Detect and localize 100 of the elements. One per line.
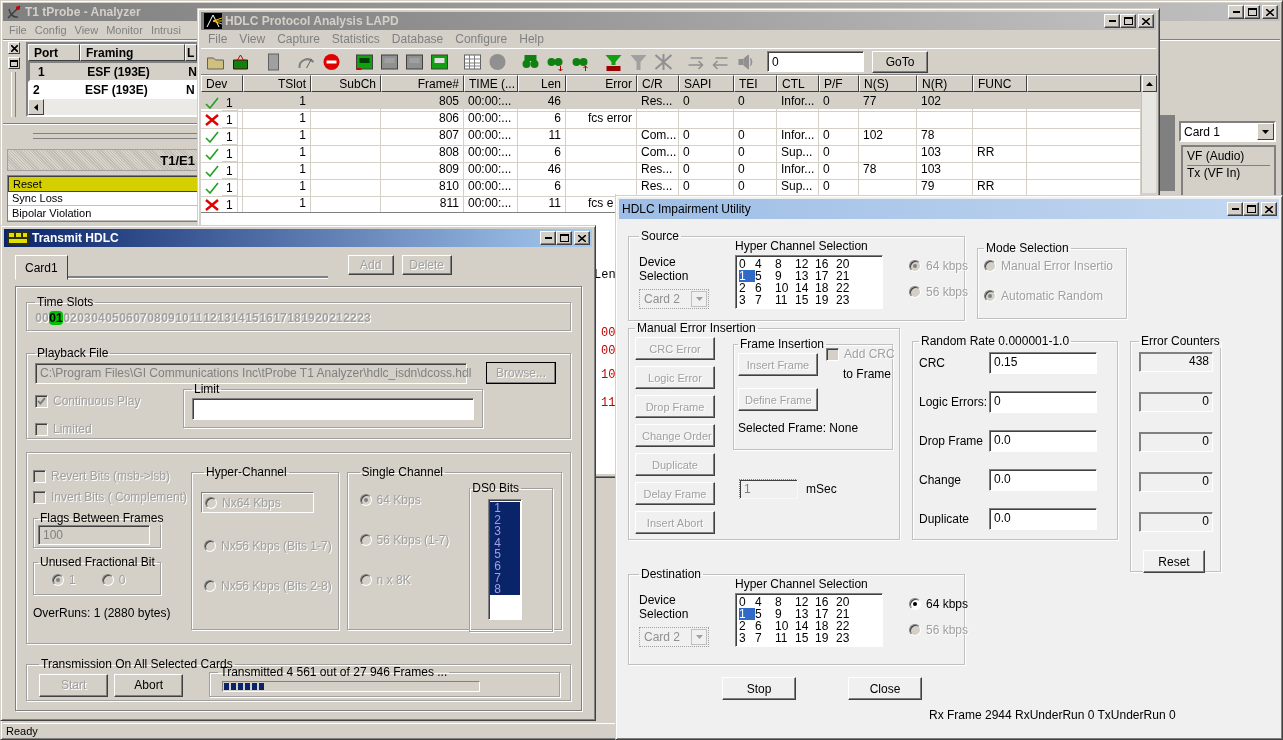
column-header[interactable]: N(S) <box>859 75 917 92</box>
table-row[interactable]: 1 1 807 00:00:... 11 Com... 0 0 Infor... 0 102 78 <box>201 126 1141 143</box>
table-row[interactable]: 1 1 809 00:00:... 46 Res... 0 0 Infor... 0 78 103 <box>201 160 1141 177</box>
list-item[interactable]: 10 <box>775 282 795 294</box>
list-item[interactable]: 0 <box>739 258 755 270</box>
list-item[interactable]: 14 <box>795 282 815 294</box>
close-button[interactable] <box>8 42 20 54</box>
list-item[interactable]: 3 <box>490 525 521 537</box>
list-item[interactable]: 6 <box>755 282 775 294</box>
column-header[interactable]: L <box>185 44 197 61</box>
list-item[interactable]: 8 <box>775 596 795 608</box>
list-item[interactable]: 12 <box>795 258 815 270</box>
stop-button[interactable]: Stop <box>722 677 796 700</box>
column-header[interactable]: C/R <box>637 75 679 92</box>
column-header[interactable]: Len <box>518 75 566 92</box>
maximize-button[interactable] <box>1120 14 1136 28</box>
list-item[interactable]: 12 <box>795 596 815 608</box>
column-header[interactable]: TSlot <box>243 75 311 92</box>
list-item[interactable]: 2 <box>739 282 755 294</box>
card-dropdown[interactable]: Card 1 <box>1179 121 1276 142</box>
list-item[interactable]: 15 <box>795 632 815 644</box>
minimize-button[interactable] <box>1227 202 1243 216</box>
list-item[interactable]: 3 <box>739 294 755 306</box>
minimize-button[interactable] <box>540 231 556 245</box>
list-item[interactable]: 17 <box>815 270 836 282</box>
list-item[interactable]: 9 <box>775 608 795 620</box>
column-header[interactable]: Frame# <box>381 75 464 92</box>
abort-button[interactable]: Abort <box>114 673 184 697</box>
list-item[interactable]: 11 <box>775 632 795 644</box>
maximize-button[interactable] <box>556 231 572 245</box>
list-item[interactable]: 5 <box>755 608 775 620</box>
column-header[interactable]: SubCh <box>311 75 381 92</box>
list-item[interactable]: 19 <box>815 632 836 644</box>
column-header[interactable]: Dev <box>201 75 243 92</box>
column-header[interactable]: TEI <box>734 75 777 92</box>
column-header[interactable]: P/F <box>819 75 859 92</box>
tab[interactable]: Card1 <box>15 255 68 280</box>
table-row[interactable]: 1 1 808 00:00:... 6 Com... 0 0 Sup... 0 103 RR <box>201 143 1141 160</box>
limit-field[interactable] <box>192 398 474 420</box>
column-header[interactable]: SAPI <box>679 75 734 92</box>
list-item[interactable]: 1 <box>490 502 521 514</box>
close-button[interactable] <box>1261 202 1277 216</box>
list-item[interactable]: 21 <box>836 270 857 282</box>
list-item[interactable]: 5 <box>755 270 775 282</box>
list-item[interactable]: 21 <box>836 608 857 620</box>
list-item[interactable]: 18 <box>815 282 836 294</box>
list-item[interactable]: 16 <box>815 596 836 608</box>
list-item[interactable]: 9 <box>775 270 795 282</box>
rate-field[interactable]: 0.0 <box>989 508 1097 530</box>
list-item[interactable]: 14 <box>795 620 815 632</box>
list-item[interactable]: 13 <box>795 608 815 620</box>
close-button[interactable] <box>574 231 590 245</box>
goto-field[interactable]: 0 <box>767 51 864 72</box>
close-button[interactable] <box>1262 5 1278 19</box>
list-item[interactable]: 23 <box>836 632 857 644</box>
list-item[interactable]: 19 <box>815 294 836 306</box>
column-header[interactable]: N(R) <box>917 75 973 92</box>
table-row[interactable]: 1 1 806 00:00:... 6 fcs error <box>201 109 1141 126</box>
column-header[interactable]: FUNC <box>973 75 1027 92</box>
minimize-button[interactable] <box>1104 14 1120 28</box>
radio-button[interactable] <box>909 598 921 610</box>
channel-list[interactable]: 0 1 2 3 4 5 6 7 8 9 10 11 12 13 14 15 16 17 18 19 20 21 22 23 <box>735 255 883 309</box>
list-item[interactable]: 1 <box>739 608 755 620</box>
close-button[interactable]: Close <box>848 677 922 700</box>
list-item[interactable]: 3 <box>739 632 755 644</box>
rate-field[interactable]: 0.0 <box>989 469 1097 491</box>
list-item[interactable]: 18 <box>815 620 836 632</box>
list-item[interactable]: 4 <box>755 596 775 608</box>
list-item[interactable]: 7 <box>755 294 775 306</box>
list-item[interactable]: 7 <box>755 632 775 644</box>
column-header[interactable]: Error <box>566 75 637 92</box>
scrollbar[interactable] <box>1141 75 1156 193</box>
list-item[interactable]: 0 <box>739 596 755 608</box>
reset-button[interactable]: Reset <box>1143 550 1205 573</box>
scrollbar[interactable] <box>28 99 199 115</box>
list-item[interactable]: 6 <box>755 620 775 632</box>
time-slot[interactable]: 01 <box>49 311 63 325</box>
list-item[interactable]: 20 <box>836 596 857 608</box>
column-header[interactable]: Port <box>28 44 80 61</box>
column-header[interactable]: TIME (... <box>464 75 518 92</box>
restore-button[interactable] <box>8 57 20 69</box>
column-header[interactable]: CTL <box>777 75 819 92</box>
rate-field[interactable]: 0.0 <box>989 430 1097 452</box>
list-item[interactable]: 13 <box>795 270 815 282</box>
list-item[interactable]: 5 <box>490 548 521 560</box>
list-item[interactable]: 23 <box>836 294 857 306</box>
close-button[interactable] <box>1138 14 1154 28</box>
list-item[interactable]: 17 <box>815 608 836 620</box>
table-row[interactable]: 1 ESF (193E) N <box>28 61 199 82</box>
table-row[interactable]: 2 ESF (193E) N <box>28 82 199 98</box>
alarm-cell[interactable]: Reset <box>8 176 198 192</box>
table-row[interactable]: 1 1 805 00:00:... 46 Res... 0 0 Infor... 0 77 102 <box>201 92 1141 109</box>
list-item[interactable]: 22 <box>836 282 857 294</box>
list-item[interactable]: 10 <box>775 620 795 632</box>
rate-field[interactable]: 0 <box>989 391 1097 413</box>
column-header[interactable]: Framing <box>80 44 185 61</box>
goto-button[interactable]: GoTo <box>872 50 928 73</box>
rate-field[interactable]: 0.15 <box>989 352 1097 374</box>
list-item[interactable]: 2 <box>739 620 755 632</box>
list-item[interactable]: 8 <box>775 258 795 270</box>
